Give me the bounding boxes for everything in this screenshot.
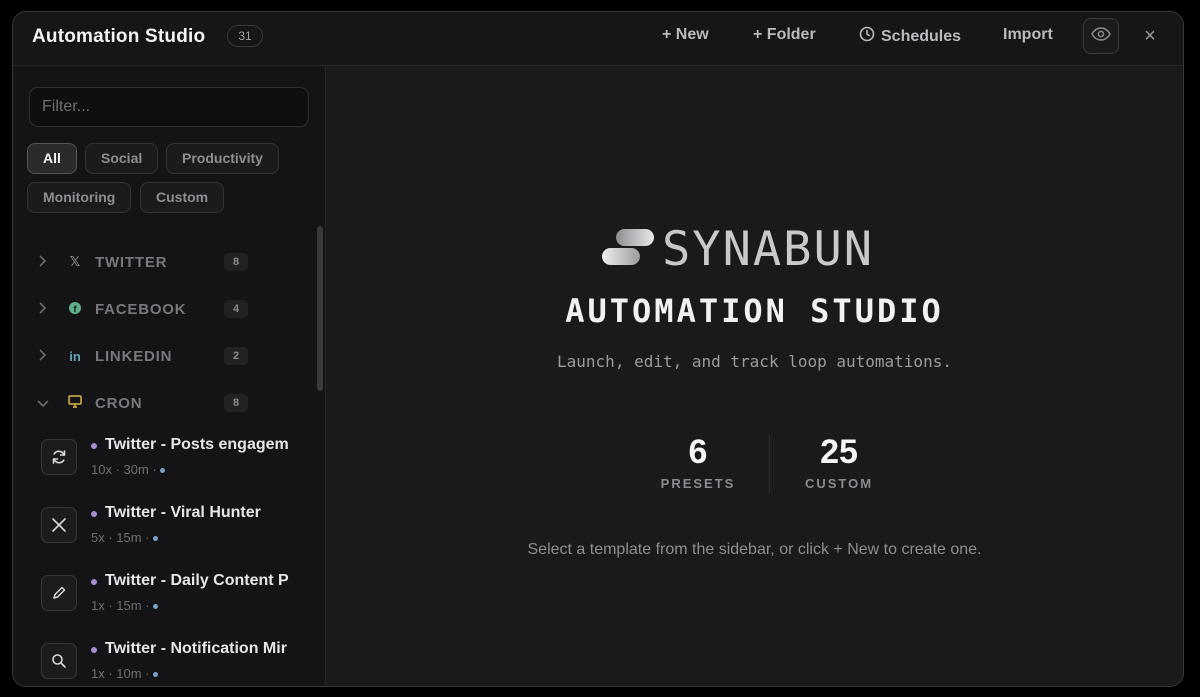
schedules-button-label: Schedules <box>881 27 962 45</box>
close-icon: × <box>1144 24 1156 47</box>
accent-dot <box>91 647 97 653</box>
chip-productivity[interactable]: Productivity <box>166 143 279 174</box>
automation-name: Twitter - Posts engagem <box>105 436 289 453</box>
sidebar: All Social Productivity Monitoring Custo… <box>13 66 326 686</box>
group-count: 2 <box>224 347 248 365</box>
automation-item[interactable]: Twitter - Daily Content P 1x · 15m · <box>41 572 311 620</box>
studio-title: AUTOMATION STUDIO <box>565 292 944 330</box>
monitor-icon <box>61 395 89 411</box>
header-bar: Automation Studio 31 + New + Folder Sche… <box>13 12 1183 66</box>
automation-name: Twitter - Viral Hunter <box>105 504 261 521</box>
automation-item[interactable]: Twitter - Viral Hunter 5x · 15m · <box>41 504 311 552</box>
automation-name: Twitter - Notification Mir <box>105 640 287 657</box>
app-title: Automation Studio <box>32 26 206 47</box>
automation-meta: 10x · 30m · <box>91 462 165 477</box>
automation-meta: 1x · 10m · <box>91 666 158 681</box>
sidebar-scrollbar[interactable] <box>317 226 323 391</box>
stat-value: 6 <box>688 433 708 471</box>
pencil-icon <box>41 575 77 611</box>
facebook-icon: f <box>61 301 89 317</box>
stat-label: PRESETS <box>660 476 736 491</box>
brand-logo: SYNABUN <box>600 221 920 277</box>
clock-icon <box>859 26 875 47</box>
group-linkedin[interactable]: in LINKEDIN 2 <box>37 344 267 368</box>
automation-studio-window: Automation Studio 31 + New + Folder Sche… <box>12 11 1184 687</box>
group-label: LINKEDIN <box>95 347 173 365</box>
automation-item[interactable]: Twitter - Posts engagem 10x · 30m · <box>41 436 311 484</box>
empty-state-hint: Select a template from the sidebar, or c… <box>527 541 982 558</box>
close-button[interactable]: × <box>1139 25 1161 47</box>
synabun-logo-icon <box>600 227 656 272</box>
import-button[interactable]: Import <box>1003 26 1053 44</box>
group-twitter[interactable]: 𝕏 TWITTER 8 <box>37 250 267 274</box>
stat-divider <box>769 435 770 493</box>
new-folder-button-label: + Folder <box>753 26 816 43</box>
visibility-toggle-button[interactable] <box>1083 18 1119 54</box>
stat-value: 25 <box>820 433 858 471</box>
group-count: 4 <box>224 300 248 318</box>
chevron-right-icon <box>37 301 57 317</box>
chip-custom[interactable]: Custom <box>140 182 225 213</box>
new-button[interactable]: + New <box>662 26 709 44</box>
automation-meta: 1x · 15m · <box>91 598 158 613</box>
new-button-label: + New <box>662 26 709 43</box>
automation-meta: 5x · 15m · <box>91 530 158 545</box>
group-label: TWITTER <box>95 253 168 271</box>
chevron-down-icon <box>37 395 57 411</box>
group-label: CRON <box>95 394 143 412</box>
group-facebook[interactable]: f FACEBOOK 4 <box>37 297 267 321</box>
schedules-button[interactable]: Schedules <box>859 26 961 47</box>
chevron-right-icon <box>37 254 57 270</box>
automation-item[interactable]: Twitter - Notification Mir 1x · 10m · <box>41 640 311 686</box>
group-count: 8 <box>224 253 248 271</box>
x-logo-icon: 𝕏 <box>69 254 81 269</box>
chip-all[interactable]: All <box>27 143 77 174</box>
x-logo-icon <box>41 507 77 543</box>
filter-input[interactable] <box>29 87 309 127</box>
refresh-icon <box>41 439 77 475</box>
automation-name: Twitter - Daily Content P <box>105 572 289 589</box>
chip-monitoring[interactable]: Monitoring <box>27 182 132 213</box>
accent-dot <box>91 579 97 585</box>
import-button-label: Import <box>1003 26 1053 43</box>
stat-custom: 25 CUSTOM <box>779 432 899 491</box>
stat-label: CUSTOM <box>804 476 874 491</box>
chip-social[interactable]: Social <box>85 143 159 174</box>
group-cron[interactable]: CRON 8 <box>37 391 267 415</box>
automation-count-badge: 31 <box>227 25 263 47</box>
stat-presets: 6 PRESETS <box>638 432 758 491</box>
search-icon <box>41 643 77 679</box>
group-count: 8 <box>224 394 248 412</box>
eye-icon <box>1091 26 1111 46</box>
group-label: FACEBOOK <box>95 300 187 318</box>
chevron-right-icon <box>37 348 57 364</box>
linkedin-icon: in <box>69 348 81 364</box>
main-panel: SYNABUN AUTOMATION STUDIO Launch, edit, … <box>326 66 1183 686</box>
accent-dot <box>91 443 97 449</box>
new-folder-button[interactable]: + Folder <box>753 26 816 44</box>
tagline: Launch, edit, and track loop automations… <box>557 352 952 371</box>
accent-dot <box>91 511 97 517</box>
brand-wordmark: SYNABUN <box>662 221 875 277</box>
